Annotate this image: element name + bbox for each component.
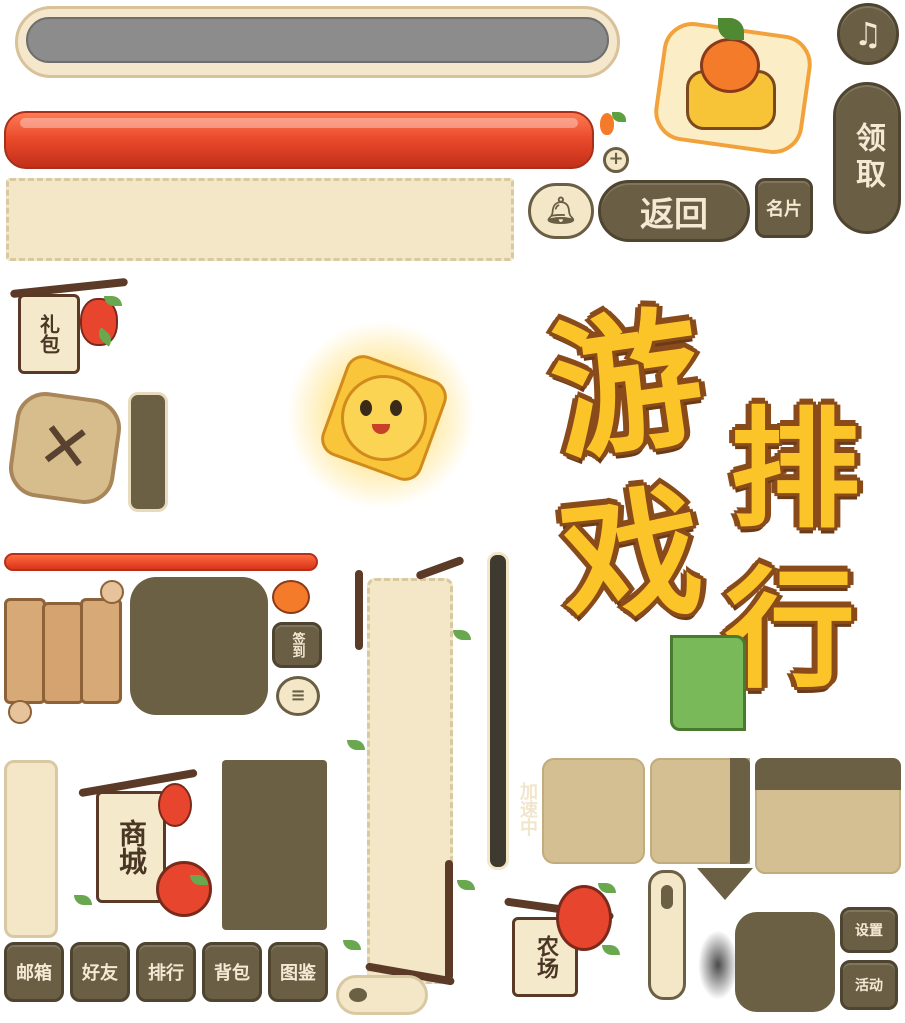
- square-panel: [130, 577, 268, 715]
- sun-icon: [286, 320, 476, 510]
- carrot-icon: [700, 38, 760, 93]
- gift-pack-label: 礼包: [36, 314, 61, 354]
- parchment-banner: [6, 178, 514, 261]
- tile-tan-1: [542, 758, 645, 864]
- backpack-label: 背包: [214, 963, 250, 984]
- tile-tan-3: [755, 758, 901, 874]
- vertical-pill-button[interactable]: [648, 870, 686, 1000]
- speed-up-label: 加速中: [517, 782, 538, 836]
- progress-bar-red: [4, 111, 594, 169]
- friends-button[interactable]: 好友: [70, 942, 130, 1002]
- atlas-button[interactable]: 图鉴: [268, 942, 328, 1002]
- friends-label: 好友: [82, 963, 118, 984]
- close-icon: ✕: [33, 407, 97, 489]
- ranking-label: 排行: [148, 963, 184, 984]
- ranking-button[interactable]: 排行: [136, 942, 196, 1002]
- menu-button[interactable]: ≡: [276, 676, 320, 716]
- wood-plank-panel: [4, 580, 124, 724]
- notice-button[interactable]: 🔔︎: [528, 183, 594, 239]
- shop-label: 商城: [115, 819, 148, 875]
- mail-button[interactable]: 邮箱: [4, 942, 64, 1002]
- name-card-button[interactable]: 名片: [755, 178, 813, 238]
- music-button[interactable]: ♫: [837, 3, 899, 65]
- activity-label: 活动: [855, 978, 883, 994]
- music-icon: ♫: [853, 15, 883, 53]
- settings-button[interactable]: 设置: [840, 907, 898, 953]
- settings-label: 设置: [855, 923, 883, 939]
- backpack-button[interactable]: 背包: [202, 942, 262, 1002]
- carrot-icon: [272, 580, 310, 614]
- name-card-label: 名片: [766, 199, 802, 220]
- gift-pack-button[interactable]: 礼包: [8, 272, 132, 384]
- bell-icon: 🔔︎: [544, 196, 578, 226]
- brown-patterned-panel: [222, 760, 327, 930]
- tile-tan-2: [650, 758, 750, 864]
- scroll-thumb[interactable]: [128, 392, 168, 512]
- progress-bar-thin: [4, 553, 318, 571]
- claim-button[interactable]: 领取: [833, 82, 901, 234]
- menu-icon: ≡: [290, 685, 306, 706]
- progress-track-empty: [15, 6, 620, 78]
- back-button-label: 返回: [640, 194, 708, 235]
- farm-button[interactable]: 农场: [498, 875, 638, 1015]
- scroll-track: [487, 552, 509, 870]
- title-char-2: 戏: [553, 470, 710, 647]
- carrot-leaf: [612, 112, 626, 122]
- sign-in-label: 签到: [289, 632, 305, 658]
- shadow-blob: [698, 930, 738, 1000]
- activity-button[interactable]: 活动: [840, 960, 898, 1010]
- plus-icon[interactable]: +: [603, 147, 629, 173]
- parchment-scroll-panel: [343, 555, 475, 1000]
- mail-label: 邮箱: [16, 963, 52, 984]
- carrot-emblem: [650, 18, 816, 158]
- back-button[interactable]: 返回: [598, 180, 750, 242]
- square-panel-small: [735, 912, 835, 1012]
- parchment-column: [4, 760, 58, 938]
- farm-label: 农场: [533, 935, 558, 979]
- small-pill[interactable]: [336, 975, 428, 1015]
- chevron-down-icon[interactable]: [697, 868, 753, 900]
- claim-button-label: 领取: [850, 122, 885, 194]
- shop-button[interactable]: 商城: [70, 765, 220, 925]
- sign-in-button[interactable]: 签到: [272, 622, 322, 668]
- close-button[interactable]: ✕: [5, 388, 125, 508]
- game-title: 游 戏 排 行: [520, 255, 900, 745]
- atlas-label: 图鉴: [280, 963, 316, 984]
